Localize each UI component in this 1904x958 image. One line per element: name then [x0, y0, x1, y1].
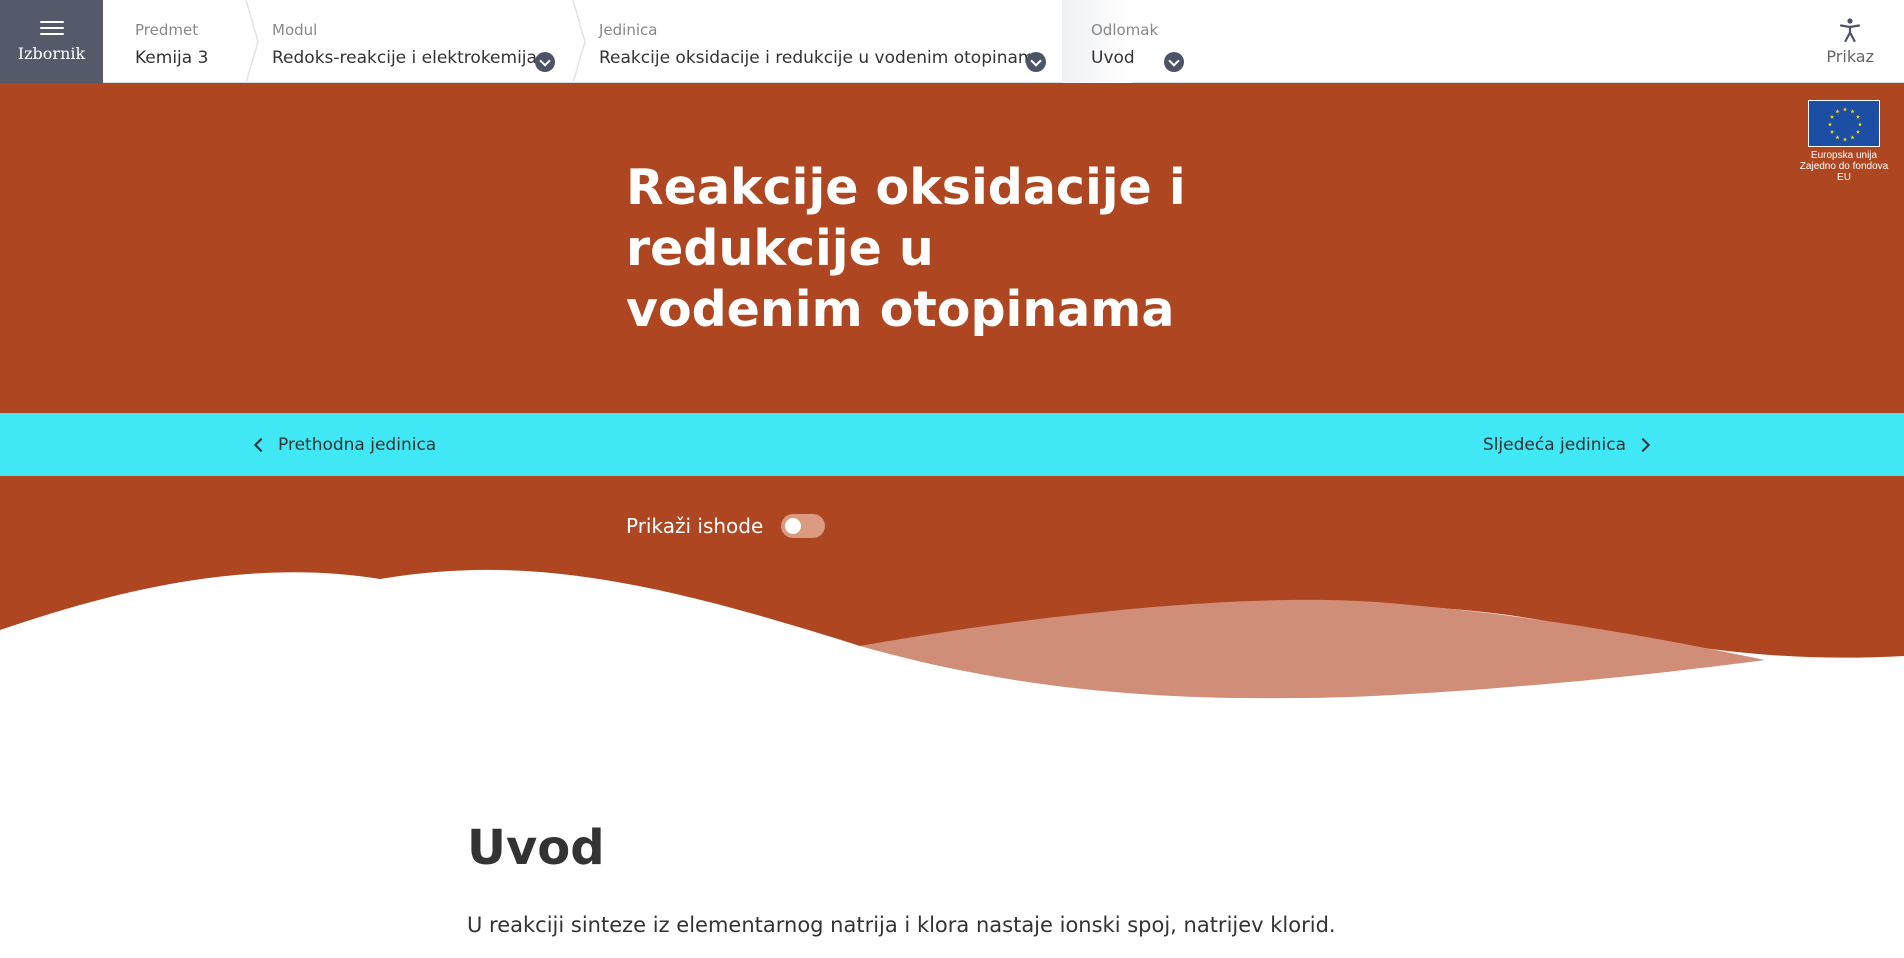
breadcrumb-separator — [242, 0, 262, 83]
breadcrumb-module-value: Redoks-reakcije i elektrokemija — [272, 48, 537, 68]
accessibility-label: Prikaz — [1826, 47, 1874, 66]
unit-title: Reakcije oksidacije i redukcije u vodeni… — [626, 159, 1186, 338]
top-navigation-bar: Izbornik Predmet Kemija 3 Modul Redoks-r… — [0, 0, 1904, 83]
breadcrumb-section-value: Uvod — [1091, 48, 1135, 68]
outcomes-toggle[interactable] — [781, 514, 826, 538]
breadcrumb-unit[interactable]: Jedinica Reakcije oksidacije i redukcije… — [599, 0, 1054, 83]
section-title: Uvod — [467, 820, 605, 876]
breadcrumb-subject[interactable]: Predmet Kemija 3 — [135, 0, 235, 83]
section-paragraph: U reakciji sinteze iz elementarnog natri… — [467, 913, 1336, 937]
breadcrumb-unit-label: Jedinica — [599, 21, 658, 39]
outcomes-band: Prikaži ishode — [0, 476, 1904, 706]
decorative-wave — [0, 476, 1904, 706]
eu-logo: Europska unija Zajedno do fondova EU — [1799, 100, 1889, 183]
chevron-down-icon[interactable] — [1164, 52, 1184, 72]
unit-navigation: Prethodna jedinica Sljedeća jedinica — [0, 413, 1904, 476]
eu-flag-icon — [1808, 100, 1880, 147]
previous-unit-label: Prethodna jedinica — [278, 434, 437, 455]
breadcrumb-module[interactable]: Modul Redoks-reakcije i elektrokemija — [272, 0, 562, 83]
breadcrumb-subject-label: Predmet — [135, 21, 199, 39]
breadcrumb-separator — [569, 0, 589, 83]
accessibility-button[interactable]: Prikaz — [1826, 0, 1874, 83]
hamburger-icon — [39, 20, 64, 36]
eu-logo-line1: Europska unija — [1810, 150, 1878, 161]
menu-button[interactable]: Izbornik — [0, 0, 103, 83]
eu-logo-line2: Zajedno do fondova EU — [1799, 161, 1889, 183]
hero-banner: Reakcije oksidacije i redukcije u vodeni… — [0, 83, 1904, 413]
toggle-knob — [785, 518, 802, 534]
chevron-down-icon[interactable] — [535, 52, 555, 72]
eu-logo-text: Europska unija Zajedno do fondova EU — [1799, 150, 1889, 183]
chevron-down-icon[interactable] — [1026, 52, 1046, 72]
breadcrumb-module-label: Modul — [272, 21, 318, 39]
next-unit-link[interactable]: Sljedeća jedinica — [1483, 413, 1652, 476]
chevron-right-icon — [1635, 437, 1651, 452]
breadcrumb-section[interactable]: Odlomak Uvod — [1091, 0, 1191, 83]
breadcrumb-subject-value: Kemija 3 — [135, 48, 209, 68]
breadcrumb-unit-value: Reakcije oksidacije i redukcije u vodeni… — [599, 48, 1045, 68]
previous-unit-link[interactable]: Prethodna jedinica — [252, 413, 436, 476]
next-unit-label: Sljedeća jedinica — [1482, 434, 1626, 455]
accessibility-icon — [1840, 18, 1861, 43]
menu-label: Izbornik — [17, 44, 86, 63]
chevron-left-icon — [253, 437, 269, 452]
outcomes-toggle-row: Prikaži ishode — [626, 514, 826, 538]
breadcrumb-section-label: Odlomak — [1091, 21, 1159, 39]
outcomes-toggle-label: Prikaži ishode — [626, 514, 764, 538]
